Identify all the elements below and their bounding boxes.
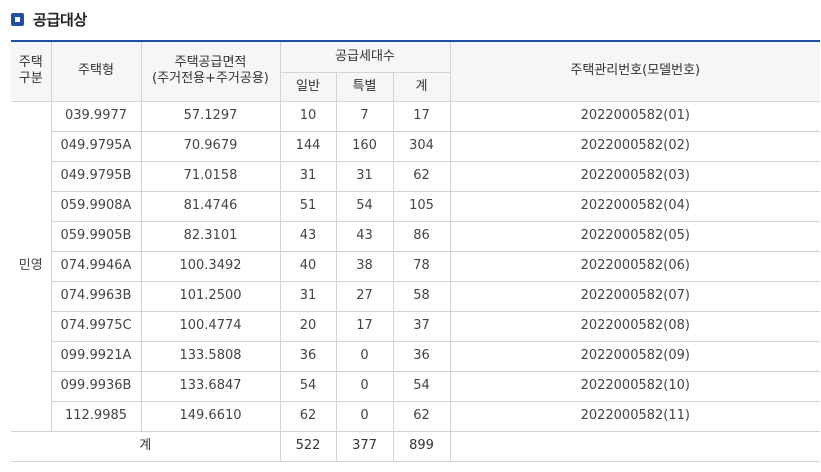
cell-mgmt: 2022000582(01) [449, 100, 821, 132]
square-bullet-icon [11, 12, 24, 26]
cell-mgmt: 2022000582(04) [449, 190, 821, 222]
cell-general: 54 [279, 370, 337, 402]
totals-total: 899 [392, 430, 451, 462]
cell-area: 82.3101 [140, 220, 281, 252]
totals-special: 377 [335, 430, 394, 462]
cell-total: 37 [392, 310, 451, 342]
cell-mgmt: 2022000582(11) [449, 400, 821, 432]
cell-type: 099.9936B [51, 370, 142, 402]
cell-area: 133.5808 [140, 340, 281, 372]
cell-type: 099.9921A [51, 340, 142, 372]
cell-special: 17 [335, 310, 394, 342]
header-total: 계 [392, 71, 451, 102]
header-housing-type: 주택형 [50, 40, 142, 102]
table-row: 074.9946A 100.3492 40 38 78 2022000582(0… [11, 250, 821, 282]
cell-area: 100.4774 [140, 310, 281, 342]
cell-type: 074.9975C [51, 310, 142, 342]
cell-total: 62 [392, 400, 451, 432]
cell-type: 074.9946A [51, 250, 142, 282]
cell-general: 40 [279, 250, 337, 282]
cell-type: 039.9977 [50, 100, 142, 132]
cell-general: 36 [279, 340, 337, 372]
cell-special: 31 [335, 160, 394, 192]
cell-total: 86 [392, 220, 451, 252]
cell-area: 81.4746 [140, 190, 281, 222]
cell-general: 43 [279, 220, 337, 252]
cell-type: 049.9795A [51, 130, 142, 162]
cell-special: 0 [335, 340, 394, 372]
cell-mgmt: 2022000582(10) [449, 370, 821, 402]
cell-area: 101.2500 [140, 280, 281, 312]
cell-total: 54 [392, 370, 451, 402]
cell-special: 0 [335, 370, 394, 402]
cell-special: 38 [335, 250, 394, 282]
header-management-number: 주택관리번호(모델번호) [449, 40, 821, 102]
cell-area: 133.6847 [140, 370, 281, 402]
cell-general: 31 [279, 280, 337, 312]
table-row: 민영 039.9977 57.1297 10 7 17 2022000582(0… [11, 100, 821, 432]
section-header: 공급대상 [11, 8, 87, 30]
cell-area: 149.6610 [140, 400, 281, 432]
cell-general: 31 [279, 160, 337, 192]
cell-area: 70.9679 [140, 130, 281, 162]
header-general: 일반 [280, 71, 337, 102]
cell-general: 144 [279, 130, 337, 162]
cell-type: 049.9795B [51, 160, 142, 192]
cell-mgmt: 2022000582(05) [449, 220, 821, 252]
header-special: 특별 [335, 71, 394, 102]
header-supply-area: 주택공급면적 (주거전용+주거공용) [140, 40, 281, 102]
cell-total: 17 [392, 100, 451, 132]
totals-row: 계 522 377 899 [11, 430, 821, 462]
table-row: 074.9975C 100.4774 20 17 37 2022000582(0… [11, 310, 821, 342]
table-row: 112.9985 149.6610 62 0 62 2022000582(11) [11, 400, 821, 432]
totals-label: 계 [11, 430, 281, 462]
cell-special: 7 [335, 100, 394, 132]
cell-area: 100.3492 [140, 250, 281, 282]
cell-mgmt: 2022000582(08) [449, 310, 821, 342]
table-row: 099.9921A 133.5808 36 0 36 2022000582(09… [11, 340, 821, 372]
cell-mgmt: 2022000582(09) [449, 340, 821, 372]
table-row: 099.9936B 133.6847 54 0 54 2022000582(10… [11, 370, 821, 402]
cell-special: 27 [335, 280, 394, 312]
cell-type: 074.9963B [51, 280, 142, 312]
category-cell: 민영 [11, 100, 52, 432]
table-row: 049.9795B 71.0158 31 31 62 2022000582(03… [11, 160, 821, 192]
table-row: 059.9905B 82.3101 43 43 86 2022000582(05… [11, 220, 821, 252]
header-supply-units: 공급세대수 [279, 40, 451, 73]
cell-total: 78 [392, 250, 451, 282]
cell-general: 20 [279, 310, 337, 342]
totals-mgmt-empty [449, 430, 821, 462]
cell-type: 059.9905B [51, 220, 142, 252]
cell-area: 57.1297 [140, 100, 281, 132]
cell-type: 112.9985 [51, 400, 142, 432]
header-housing-category: 주택 구분 [11, 40, 52, 102]
cell-special: 43 [335, 220, 394, 252]
totals-general: 522 [279, 430, 337, 462]
cell-type: 059.9908A [51, 190, 142, 222]
cell-general: 62 [279, 400, 337, 432]
cell-mgmt: 2022000582(07) [449, 280, 821, 312]
cell-general: 10 [279, 100, 337, 132]
section-title: 공급대상 [33, 10, 88, 29]
supply-target-table: 주택 구분 주택형 주택공급면적 (주거전용+주거공용) 공급세대수 주택관리번… [11, 40, 821, 462]
cell-mgmt: 2022000582(03) [449, 160, 821, 192]
table-row: 049.9795A 70.9679 144 160 304 2022000582… [11, 130, 821, 162]
table-row: 059.9908A 81.4746 51 54 105 2022000582(0… [11, 190, 821, 222]
cell-general: 51 [279, 190, 337, 222]
cell-mgmt: 2022000582(02) [449, 130, 821, 162]
cell-special: 160 [335, 130, 394, 162]
cell-area: 71.0158 [140, 160, 281, 192]
table-row: 074.9963B 101.2500 31 27 58 2022000582(0… [11, 280, 821, 312]
cell-total: 62 [392, 160, 451, 192]
cell-mgmt: 2022000582(06) [449, 250, 821, 282]
cell-total: 105 [392, 190, 451, 222]
cell-special: 0 [335, 400, 394, 432]
cell-total: 304 [392, 130, 451, 162]
cell-special: 54 [335, 190, 394, 222]
cell-total: 36 [392, 340, 451, 372]
cell-total: 58 [392, 280, 451, 312]
